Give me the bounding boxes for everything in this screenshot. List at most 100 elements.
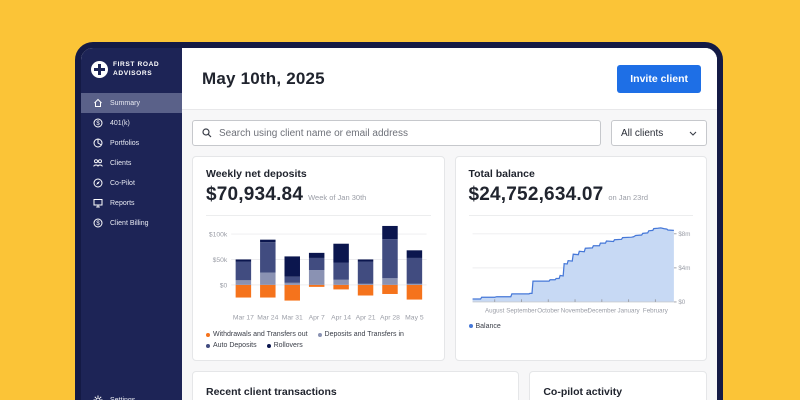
svg-text:February: February [642,308,668,315]
divider [206,215,431,216]
balance-area-fill [472,228,673,302]
svg-text:$8m: $8m [678,231,690,238]
legend-dot-icon [206,333,210,337]
bar-segment [236,261,251,280]
bar-segment [407,285,422,300]
sidebar-item-summary[interactable]: Summary [81,93,182,113]
bar-segment [382,278,397,285]
sidebar-item-portfolios[interactable]: Portfolios [81,133,182,153]
bar-segment [260,273,275,285]
billing-icon: $ [93,218,103,228]
weekly-card-title: Weekly net deposits [206,168,431,180]
balance-card-title: Total balance [469,168,694,180]
svg-text:$50k: $50k [213,257,228,264]
home-icon [93,98,103,108]
svg-text:Mar 31: Mar 31 [282,315,303,322]
legend-label: Auto Deposits [213,342,257,349]
bar-segment [358,285,373,296]
balance-subtitle: on Jan 23rd [608,193,648,202]
area-chart-svg: $8m$4m$0AugustSeptemberOctoberNovemberDe… [469,220,694,320]
search-box[interactable] [192,120,601,146]
main-area: May 10th, 2025 Invite client All clients [182,48,717,400]
svg-text:September: September [506,308,536,315]
bar-segment [285,256,300,276]
legend-dot-icon [267,344,271,348]
bar-segment [236,285,251,298]
people-icon [93,158,103,168]
legend-label: Rollovers [274,342,303,349]
bottom-cards-row: Recent client transactions Co-pilot acti… [192,371,707,400]
first-road-logo-icon [91,61,108,78]
summary-cards-row: Weekly net deposits $70,934.84 Week of J… [192,156,707,361]
copilot-activity-title: Co-pilot activity [543,383,693,398]
compass-icon [93,178,103,188]
svg-text:$0: $0 [678,299,685,306]
dollar-circle-icon: $ [93,118,103,128]
client-filter-value: All clients [621,128,663,139]
bar-segment [309,258,324,270]
bar-segment [309,285,324,287]
weekly-net-deposits-card: Weekly net deposits $70,934.84 Week of J… [192,156,445,361]
bar-segment [260,285,275,298]
dashboard-window: FIRST ROAD ADVISORS Summary $401(k)Portfo… [75,42,723,400]
sidebar-item-label: Settings [110,397,135,400]
search-icon [202,128,212,138]
bar-segment [333,285,348,290]
legend-label: Withdrawals and Transfers out [213,331,308,338]
bar-segment [407,284,422,285]
bar-segment [333,244,348,263]
client-filter-dropdown[interactable]: All clients [611,120,707,146]
content: All clients Weekly net deposits $70,934.… [182,110,717,400]
bar-segment [358,259,373,261]
area-chart-legend: Balance [469,323,694,330]
bar-segment [236,259,251,261]
sidebar-item-settings[interactable]: Settings [81,390,182,400]
sidebar-nav: Summary $401(k)PortfoliosClientsCo-Pilot R… [81,93,182,233]
bar-segment [382,226,397,239]
svg-text:May 5: May 5 [405,315,424,322]
page-header: May 10th, 2025 Invite client [182,48,717,110]
bar-segment [285,283,300,285]
bar-chart-svg: $100k$50k$0Mar 17Mar 24Mar 31Apr 7Apr 14… [206,220,431,328]
invite-client-button[interactable]: Invite client [617,65,701,93]
svg-text:$100k: $100k [209,231,228,238]
sidebar-item-reports[interactable]: Reports [81,193,182,213]
search-input[interactable] [219,128,591,139]
gear-icon [93,395,103,400]
bar-segment [382,285,397,294]
weekly-amount: $70,934.84 [206,184,303,206]
bar-segment [382,239,397,278]
sidebar-item-label: Reports [110,200,135,207]
sidebar-item-clients[interactable]: Clients [81,153,182,173]
brand-name: FIRST ROAD ADVISORS [113,61,159,77]
search-row: All clients [192,120,707,146]
svg-text:$4m: $4m [678,265,690,272]
recent-transactions-title: Recent client transactions [206,383,505,398]
bar-segment [285,285,300,301]
sidebar-item-label: Client Billing [110,220,149,227]
legend-dot-icon [206,344,210,348]
bar-segment [260,240,275,243]
bar-segment [358,284,373,285]
presentation-icon [93,198,103,208]
brand-logo: FIRST ROAD ADVISORS [81,48,182,91]
sidebar-item-label: Summary [110,100,140,107]
svg-text:December: December [587,308,616,315]
bar-segment [407,250,422,258]
recent-transactions-card: Recent client transactions [192,371,519,400]
sidebar-item-client-billing[interactable]: $ Client Billing [81,213,182,233]
copilot-activity-card: Co-pilot activity [529,371,707,400]
legend-label: Balance [476,323,501,330]
bar-segment [333,280,348,285]
sidebar: FIRST ROAD ADVISORS Summary $401(k)Portfo… [81,48,182,400]
pie-chart-icon [93,138,103,148]
sidebar-item-co-pilot[interactable]: Co-Pilot [81,173,182,193]
page-title: May 10th, 2025 [202,69,325,89]
sidebar-item-401-k-[interactable]: $401(k) [81,113,182,133]
bar-segment [309,253,324,258]
balance-area-chart: $8m$4m$0AugustSeptemberOctoberNovemberDe… [469,220,694,320]
divider [469,215,694,216]
svg-text:$0: $0 [220,282,228,289]
total-balance-card: Total balance $24,752,634.07 on Jan 23rd… [455,156,708,361]
sidebar-settings-slot: Settings [81,390,182,400]
